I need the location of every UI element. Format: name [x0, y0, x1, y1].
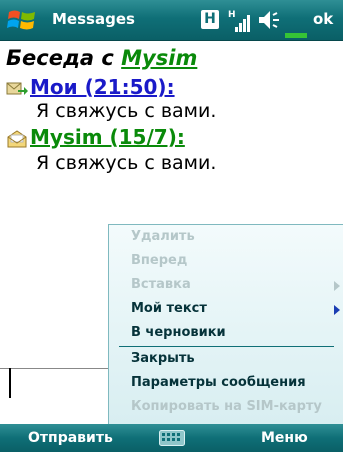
menu-item-close[interactable]: Закрыть — [131, 351, 195, 366]
battery-indicator — [285, 33, 307, 38]
message-text-1: Я свяжусь с вами. — [36, 100, 217, 122]
menu-item-message-options[interactable]: Параметры сообщения — [131, 375, 306, 390]
softkey-bar: Отправить Меню — [0, 424, 343, 452]
title-bar: Messages H H ok — [0, 0, 343, 41]
menu-item-my-text[interactable]: Мой текст — [131, 301, 207, 316]
keyboard-icon[interactable] — [159, 430, 185, 446]
message-header-2[interactable]: Mysim (15/7): — [30, 125, 185, 149]
send-softkey[interactable]: Отправить — [28, 430, 113, 446]
submenu-arrow-icon — [334, 281, 340, 291]
ok-button[interactable]: ok — [313, 10, 333, 28]
windows-start-icon[interactable] — [6, 6, 38, 34]
svg-text:H: H — [228, 10, 236, 20]
compose-input[interactable] — [9, 368, 11, 398]
message-text-2: Я свяжусь с вами. — [36, 152, 217, 174]
app-title: Messages — [52, 10, 135, 28]
volume-icon[interactable] — [257, 8, 285, 32]
menu-item-forward[interactable]: Вперед — [131, 253, 187, 268]
menu-separator — [119, 346, 334, 347]
menu-softkey[interactable]: Меню — [261, 430, 308, 446]
submenu-arrow-icon — [334, 305, 340, 315]
network-h-icon[interactable]: H — [201, 10, 219, 29]
contact-link[interactable]: Mysim — [121, 46, 197, 70]
signal-icon[interactable]: H — [227, 7, 251, 33]
received-message-icon — [7, 130, 27, 148]
compose-input-border — [0, 368, 108, 369]
message-header-1[interactable]: Мои (21:50): — [30, 75, 175, 99]
context-menu: Удалить Вперед Вставка Мой текст В черно… — [108, 224, 343, 425]
menu-item-insert[interactable]: Вставка — [131, 277, 191, 292]
menu-item-save-draft[interactable]: В черновики — [131, 325, 226, 340]
menu-item-copy-to-sim[interactable]: Копировать на SIM-карту — [131, 399, 322, 414]
sent-message-icon — [6, 82, 28, 95]
conversation-header-prefix: Беседа с — [6, 46, 122, 70]
menu-item-delete[interactable]: Удалить — [131, 229, 195, 244]
conversation-header: Беседа с Mysim — [6, 46, 197, 70]
